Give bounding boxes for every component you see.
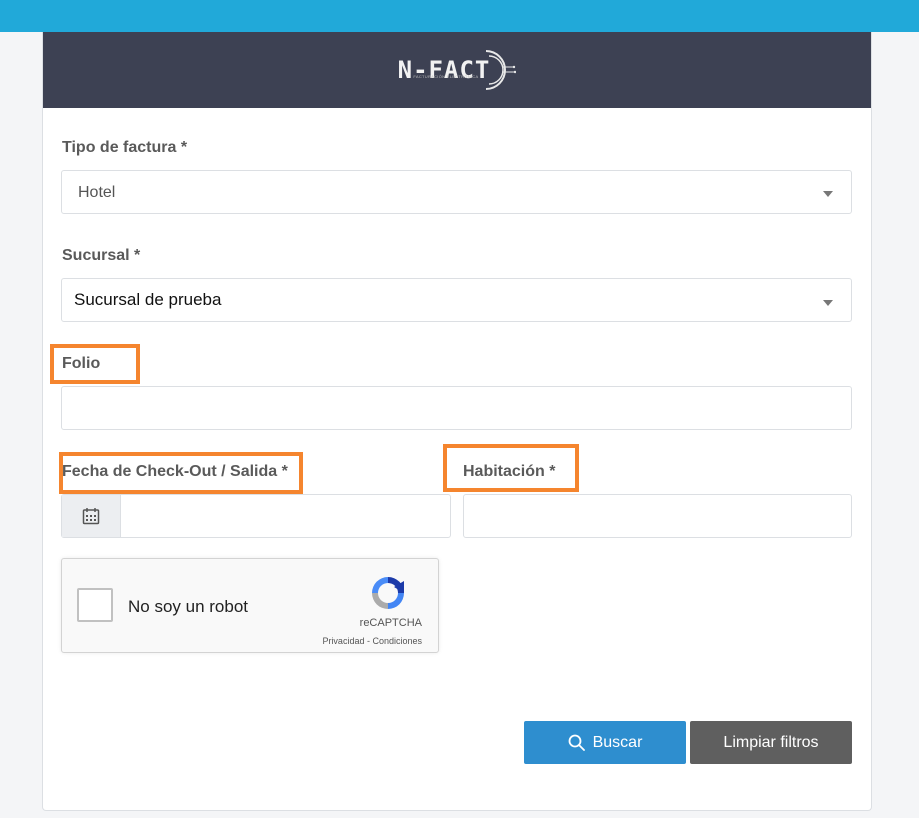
invoice-type-select[interactable]: Hotel — [61, 170, 852, 214]
recaptcha-checkbox[interactable] — [77, 588, 113, 622]
recaptcha-links: Privacidad - Condiciones — [322, 636, 422, 646]
folio-label: Folio — [62, 355, 101, 372]
branch-value: Sucursal de prueba — [74, 290, 222, 309]
chevron-down-icon — [823, 300, 833, 306]
search-icon — [568, 734, 585, 751]
recaptcha-privacy-link[interactable]: Privacidad — [322, 636, 364, 646]
invoice-type-value: Hotel — [78, 184, 116, 201]
recaptcha-brand: reCAPTCHA — [359, 617, 422, 629]
search-button[interactable]: Buscar — [524, 721, 686, 764]
logo-text: N-FACT — [397, 56, 491, 84]
checkout-date-input[interactable] — [61, 494, 451, 538]
chevron-down-icon — [823, 191, 833, 197]
recaptcha-logo-icon — [372, 577, 404, 609]
room-label: Habitación * — [463, 463, 556, 480]
recaptcha-label: No soy un robot — [128, 597, 249, 616]
clear-filters-label: Limpiar filtros — [723, 733, 819, 751]
search-button-label: Buscar — [592, 733, 643, 751]
recaptcha-terms-link[interactable]: Condiciones — [372, 636, 422, 646]
branch-label: Sucursal * — [62, 247, 141, 264]
n-fact-logo: N-FACT FACTURACIÓN ELECTRÓNICA — [398, 47, 517, 93]
recaptcha-widget: No soy un robot reCAPTCHA Privacidad - C… — [61, 558, 439, 653]
branch-select[interactable]: Sucursal de prueba — [61, 278, 852, 322]
card-header: N-FACT FACTURACIÓN ELECTRÓNICA — [43, 32, 871, 108]
checkout-date-label: Fecha de Check-Out / Salida * — [62, 463, 288, 480]
top-bar — [0, 0, 919, 32]
calendar-icon — [82, 508, 100, 525]
logo-subtext: FACTURACIÓN ELECTRÓNICA — [413, 74, 479, 79]
invoice-type-label: Tipo de factura * — [62, 139, 188, 156]
folio-input[interactable] — [61, 386, 852, 430]
calendar-addon[interactable] — [62, 495, 121, 537]
clear-filters-button[interactable]: Limpiar filtros — [690, 721, 852, 764]
room-input[interactable] — [463, 494, 852, 538]
